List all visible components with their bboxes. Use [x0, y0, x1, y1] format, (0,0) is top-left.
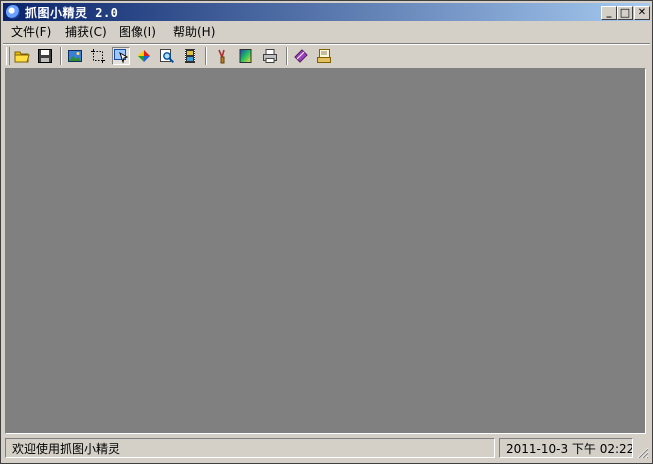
print-button[interactable]	[261, 47, 279, 65]
resize-grip-icon[interactable]	[637, 447, 649, 459]
crop-selection-icon	[91, 49, 105, 63]
toolbar-grip[interactable]	[6, 47, 10, 65]
window-title: 抓图小精灵 2.0	[25, 6, 119, 20]
film-button[interactable]	[181, 47, 199, 65]
status-bar: 欢迎使用抓图小精灵 2011-10-3 下午 02:22:	[3, 437, 650, 461]
paint-button[interactable]	[214, 47, 232, 65]
image-icon	[68, 50, 82, 62]
main-window: 抓图小精灵 2.0 _ □ ✕ 文件(F) 捕获(C) 图像(I) 帮助(H)	[0, 0, 653, 464]
maximize-button[interactable]: □	[617, 6, 633, 20]
color-palette-icon	[138, 50, 150, 62]
printer-icon	[263, 49, 277, 63]
toolbar	[3, 45, 650, 67]
capture-region-icon	[114, 49, 129, 64]
status-datetime: 2011-10-3 下午 02:22:	[499, 438, 633, 458]
status-message: 欢迎使用抓图小精灵	[5, 438, 495, 458]
help-book-icon	[294, 49, 308, 63]
app-icon	[6, 5, 20, 19]
open-button[interactable]	[13, 47, 31, 65]
menu-capture[interactable]: 捕获(C)	[63, 24, 109, 40]
help-button[interactable]	[292, 47, 310, 65]
title-bar[interactable]: 抓图小精灵 2.0 _ □ ✕	[3, 3, 650, 21]
save-disk-icon	[38, 49, 52, 63]
about-document-icon	[317, 49, 331, 63]
crop-button[interactable]	[89, 47, 107, 65]
brush-paint-icon	[218, 49, 225, 64]
close-button[interactable]: ✕	[634, 6, 650, 20]
about-button[interactable]	[315, 47, 333, 65]
open-folder-icon	[14, 51, 30, 63]
image-workspace[interactable]	[5, 68, 646, 434]
save-button[interactable]	[36, 47, 54, 65]
zoom-button[interactable]	[158, 47, 176, 65]
gradient-image-icon	[239, 49, 252, 63]
toolbar-separator	[286, 47, 288, 65]
menu-help[interactable]: 帮助(H)	[171, 24, 217, 40]
gradient-button[interactable]	[237, 47, 255, 65]
minimize-button[interactable]: _	[601, 6, 617, 20]
color-button[interactable]	[135, 47, 153, 65]
toolbar-separator	[205, 47, 207, 65]
zoom-magnifier-icon	[160, 49, 175, 64]
toolbar-separator	[60, 47, 62, 65]
menu-image[interactable]: 图像(I)	[117, 24, 158, 40]
menu-file[interactable]: 文件(F)	[9, 24, 53, 40]
capture-region-button[interactable]	[112, 47, 130, 65]
film-strip-icon	[185, 49, 195, 63]
image-button[interactable]	[66, 47, 84, 65]
menu-bar: 文件(F) 捕获(C) 图像(I) 帮助(H)	[3, 22, 650, 42]
